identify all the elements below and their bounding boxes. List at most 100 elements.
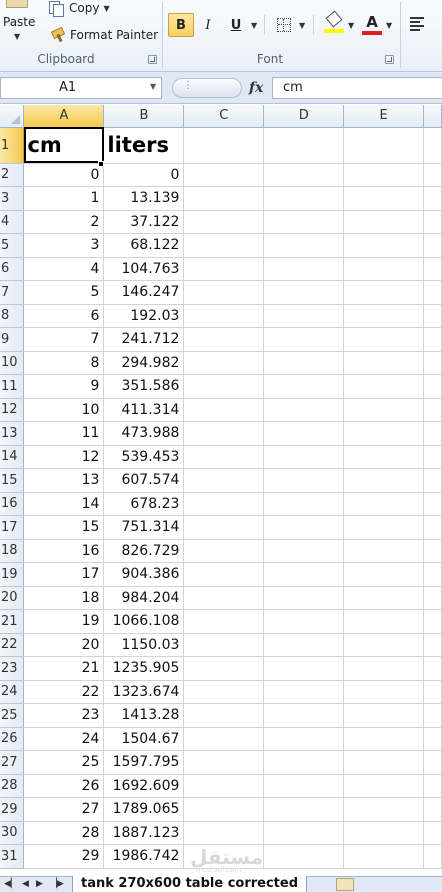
cell[interactable] xyxy=(183,421,265,446)
bold-button[interactable]: B xyxy=(168,13,194,37)
cell[interactable] xyxy=(423,233,442,258)
cell-liters[interactable]: 1789.065 xyxy=(103,797,185,822)
row-header[interactable]: 20 xyxy=(0,586,25,610)
cell-cm[interactable]: 3 xyxy=(23,233,105,258)
row-header[interactable]: 6 xyxy=(0,257,25,281)
cell[interactable] xyxy=(343,327,424,352)
cell[interactable] xyxy=(423,774,442,798)
paste-button[interactable]: Paste ▼ xyxy=(0,0,40,48)
sheet-tab[interactable]: tank 270x600 table corrected xyxy=(72,876,308,892)
cell-cm[interactable]: 17 xyxy=(23,562,105,587)
cell[interactable] xyxy=(263,562,345,587)
cell-cm[interactable]: 29 xyxy=(23,844,105,869)
cell-liters[interactable]: 751.314 xyxy=(103,515,185,540)
row-header[interactable]: 7 xyxy=(0,280,25,305)
cell[interactable] xyxy=(343,539,424,563)
cell-b1[interactable]: liters xyxy=(103,127,185,164)
cell-cm[interactable]: 18 xyxy=(23,586,105,610)
row-header[interactable]: 30 xyxy=(0,821,25,845)
row-header[interactable]: 13 xyxy=(0,421,25,446)
next-sheet-icon[interactable]: ▶ xyxy=(36,879,43,889)
cell[interactable] xyxy=(183,186,265,211)
cell[interactable] xyxy=(423,844,442,869)
row-header[interactable]: 23 xyxy=(0,656,25,681)
cell[interactable] xyxy=(423,515,442,540)
cell[interactable] xyxy=(183,727,265,751)
cell-liters[interactable]: 1504.67 xyxy=(103,727,185,751)
row-header[interactable]: 11 xyxy=(0,374,25,399)
cell[interactable] xyxy=(263,327,345,352)
cell[interactable] xyxy=(263,680,345,704)
cell[interactable] xyxy=(263,656,345,681)
cell[interactable] xyxy=(183,257,265,281)
cell[interactable] xyxy=(423,374,442,399)
cell[interactable] xyxy=(343,774,424,798)
cell[interactable] xyxy=(263,163,345,187)
cell-cm[interactable]: 22 xyxy=(23,680,105,704)
cell[interactable] xyxy=(263,257,345,281)
cell[interactable] xyxy=(343,797,424,822)
cell[interactable] xyxy=(263,774,345,798)
cell[interactable] xyxy=(263,609,345,634)
chevron-down-icon[interactable]: ▼ xyxy=(103,4,109,13)
row-header[interactable]: 25 xyxy=(0,703,25,728)
cell[interactable] xyxy=(263,127,345,164)
cell[interactable] xyxy=(423,609,442,634)
fill-handle[interactable] xyxy=(98,161,104,167)
column-header[interactable]: D xyxy=(263,105,345,128)
column-header[interactable]: C xyxy=(183,105,265,128)
cell[interactable] xyxy=(263,351,345,375)
underline-button[interactable]: U xyxy=(226,13,246,37)
cell[interactable] xyxy=(183,304,265,328)
cell-cm[interactable]: 14 xyxy=(23,492,105,516)
cell[interactable] xyxy=(423,445,442,469)
cell[interactable] xyxy=(263,539,345,563)
cell[interactable] xyxy=(183,374,265,399)
cell-liters[interactable]: 1323.674 xyxy=(103,680,185,704)
cell-liters[interactable]: 68.122 xyxy=(103,233,185,258)
row-header[interactable]: 4 xyxy=(0,210,25,234)
align-left-button[interactable] xyxy=(410,13,428,37)
cell[interactable] xyxy=(423,750,442,775)
cell-liters[interactable]: 351.586 xyxy=(103,374,185,399)
cell[interactable] xyxy=(183,750,265,775)
cell[interactable] xyxy=(263,821,345,845)
cell[interactable] xyxy=(263,445,345,469)
row-header[interactable]: 31 xyxy=(0,844,25,869)
cell-cm[interactable]: 23 xyxy=(23,703,105,728)
borders-button[interactable] xyxy=(277,18,291,32)
cell[interactable] xyxy=(263,633,345,657)
row-header[interactable]: 5 xyxy=(0,233,25,258)
cell-liters[interactable]: 13.139 xyxy=(103,186,185,211)
cell[interactable] xyxy=(263,492,345,516)
cell-liters[interactable]: 1150.03 xyxy=(103,633,185,657)
row-header[interactable]: 9 xyxy=(0,327,25,352)
cell[interactable] xyxy=(183,633,265,657)
dialog-launcher-icon[interactable] xyxy=(148,55,157,64)
cell[interactable] xyxy=(343,304,424,328)
select-all-corner[interactable] xyxy=(0,105,25,128)
cell[interactable] xyxy=(263,727,345,751)
cell[interactable] xyxy=(263,304,345,328)
fill-color-button[interactable] xyxy=(322,10,346,37)
cell[interactable] xyxy=(343,186,424,211)
cell-liters[interactable]: 473.988 xyxy=(103,421,185,446)
cell[interactable] xyxy=(263,374,345,399)
cell[interactable] xyxy=(423,210,442,234)
row-header[interactable]: 2 xyxy=(0,163,25,187)
cell[interactable] xyxy=(183,233,265,258)
row-header[interactable]: 15 xyxy=(0,468,25,493)
row-header[interactable]: 14 xyxy=(0,445,25,469)
cell-cm[interactable]: 10 xyxy=(23,398,105,422)
cell[interactable] xyxy=(343,492,424,516)
cell[interactable] xyxy=(343,210,424,234)
cell[interactable] xyxy=(263,797,345,822)
formula-input[interactable]: cm xyxy=(272,77,442,99)
cell-cm[interactable]: 13 xyxy=(23,468,105,493)
cell-cm[interactable]: 25 xyxy=(23,750,105,775)
chevron-down-icon[interactable]: ▼ xyxy=(348,21,354,30)
cell[interactable] xyxy=(343,445,424,469)
cell-cm[interactable]: 8 xyxy=(23,351,105,375)
cell-cm[interactable]: 20 xyxy=(23,633,105,657)
cell-cm[interactable]: 5 xyxy=(23,280,105,305)
